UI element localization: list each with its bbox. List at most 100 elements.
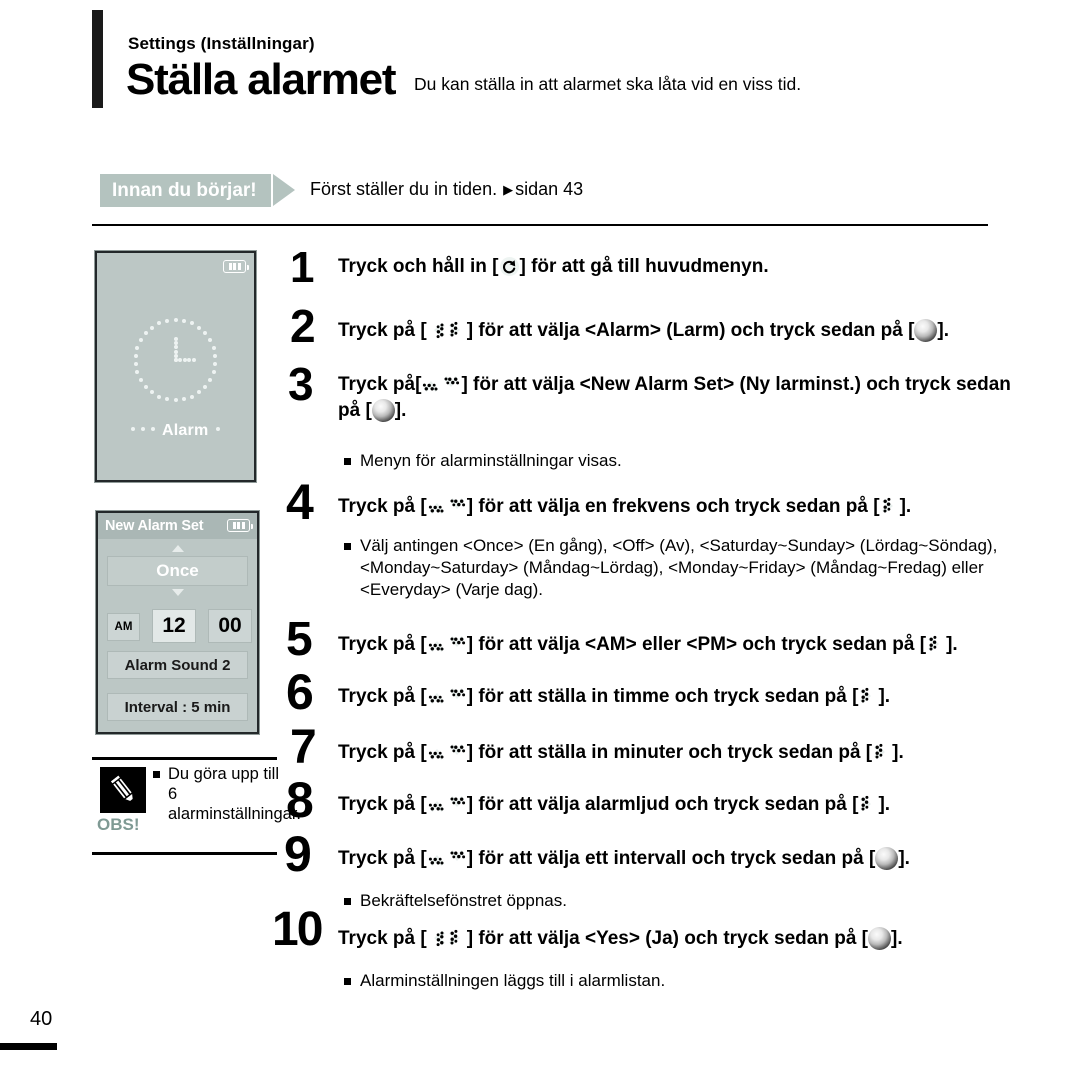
- down-icon: [447, 686, 467, 706]
- up-icon: [427, 848, 447, 868]
- down-icon: [447, 496, 467, 516]
- step-text-fragment: ].: [892, 742, 904, 763]
- pip-dot: [140, 427, 145, 432]
- step-text: Tryck på [] för att välja alarmljud och …: [338, 792, 1038, 818]
- step-text-fragment: ] för att välja ett intervall och tryck …: [466, 848, 876, 869]
- before-you-begin-tag: Innan du börjar!: [100, 174, 271, 207]
- down-icon: [447, 794, 467, 814]
- note-divider-bottom: [92, 852, 277, 855]
- step-number: 10: [272, 903, 323, 956]
- clock-hand-dot: [173, 345, 178, 350]
- step-text: Tryck på[] för att välja <New Alarm Set>…: [338, 372, 1018, 424]
- device2-title: New Alarm Set: [105, 518, 204, 534]
- device1-label: Alarm: [97, 422, 254, 440]
- caret-up-icon: [171, 545, 184, 552]
- page-title: Ställa alarmet: [126, 55, 397, 104]
- select-icon-disc: [914, 319, 938, 342]
- step-text: Tryck på [] för att välja <AM> eller <PM…: [338, 632, 1038, 658]
- select-icon: [875, 847, 899, 870]
- down-icon: [447, 742, 467, 762]
- clock-hand-dot: [173, 349, 178, 354]
- clock-rim-dot: [211, 345, 216, 350]
- step-text-fragment: ] för att välja en frekvens och tryck se…: [466, 496, 880, 517]
- interval-field[interactable]: Interval : 5 min: [107, 693, 248, 721]
- clock-rim-dot: [213, 362, 218, 367]
- step-text-fragment: ].: [937, 320, 950, 341]
- down-icon: [447, 634, 467, 654]
- footer-rule: [0, 1043, 57, 1050]
- clock-hand-dot: [191, 358, 196, 362]
- clock-rim-dot: [208, 378, 213, 382]
- clock-rim-dot: [173, 398, 178, 402]
- clock-rim-dot: [143, 331, 148, 336]
- up-icon: [427, 742, 447, 762]
- frequency-field[interactable]: Once: [107, 556, 248, 586]
- step-text: Tryck på [ ] för att välja ett intervall …: [338, 846, 1038, 872]
- clock-rim-dot: [149, 325, 154, 330]
- clock-rim-dot: [133, 353, 138, 358]
- right-icon: [880, 496, 900, 516]
- step-number: 6: [286, 664, 314, 720]
- clock-rim-dot: [189, 321, 194, 326]
- step-text-fragment: Tryck på[: [338, 374, 422, 395]
- clock-icon: [133, 317, 219, 403]
- up-icon: [421, 374, 441, 394]
- device1-label-text: Alarm: [162, 422, 209, 439]
- clock-rim-dot: [138, 378, 143, 382]
- clock-rim-dot: [181, 397, 186, 402]
- clock-rim-dot: [157, 394, 162, 399]
- clock-rim-dot: [133, 362, 138, 367]
- step-text-fragment: Tryck på [: [338, 848, 427, 869]
- clock-rim-dot: [173, 318, 178, 322]
- hour-field[interactable]: 12: [152, 609, 196, 643]
- pip-dot: [130, 427, 135, 432]
- minute-field[interactable]: 00: [208, 609, 252, 643]
- header-accent-bar: [92, 10, 103, 108]
- note-box: OBS! Du göra upp till 6 alarminställning…: [92, 757, 301, 867]
- step-text-fragment: ].: [898, 848, 910, 869]
- clock-rim-dot: [138, 338, 143, 342]
- clock-rim-dot: [213, 353, 218, 358]
- step-substep: Bekräftelsefönstret öppnas.: [338, 890, 978, 912]
- step-text-fragment: Tryck på [: [338, 686, 427, 707]
- step-text-fragment: ] för att ställa in minuter och tryck se…: [466, 742, 873, 763]
- clock-rim-dot: [211, 370, 216, 375]
- note-divider-top: [92, 757, 277, 760]
- page-number: 40: [30, 1008, 53, 1030]
- select-icon: [371, 399, 395, 422]
- clock-hand-dot: [178, 358, 183, 362]
- clock-rim-dot: [165, 318, 170, 323]
- clock-rim-dot: [189, 394, 194, 399]
- step-number: 1: [290, 243, 315, 292]
- step-number: 3: [288, 358, 314, 410]
- battery-icon: [223, 260, 249, 273]
- step-text-fragment: ] för att välja alarmljud och tryck seda…: [466, 794, 859, 815]
- note-text: Du göra upp till 6 alarminställningar.: [168, 765, 301, 823]
- step-text-fragment: ].: [891, 928, 903, 949]
- up-icon: [427, 634, 447, 654]
- step-text-fragment: Tryck på [: [338, 634, 427, 655]
- clock-rim-dot: [143, 384, 148, 389]
- step-text-fragment: ].: [899, 496, 912, 517]
- clock-rim-dot: [181, 318, 186, 323]
- clock-hand-dot: [182, 358, 187, 362]
- clock-rim-dot: [203, 331, 208, 336]
- right-icon: [858, 794, 878, 814]
- ampm-field[interactable]: AM: [107, 613, 140, 641]
- right-icon: [858, 686, 878, 706]
- note-label: OBS!: [97, 815, 140, 834]
- device-screenshot-new-alarm-set: New Alarm Set Once AM 12 00 Alarm Sound …: [95, 510, 260, 735]
- step-text-fragment: Tryck på [: [338, 928, 427, 949]
- clock-rim-dot: [203, 384, 208, 389]
- select-icon-disc: [868, 927, 891, 950]
- clock-rim-dot: [157, 321, 162, 326]
- clock-hand-dot: [173, 337, 178, 341]
- alarm-sound-field[interactable]: Alarm Sound 2: [107, 651, 248, 679]
- step-text: Tryck på [] för att ställa in minuter oc…: [338, 740, 1038, 766]
- step-text: Tryck och håll in [] för att gå till huv…: [338, 254, 1038, 280]
- pip-dot: [150, 427, 155, 432]
- step-substep: Alarminställningen läggs till i alarmlis…: [338, 970, 978, 992]
- caret-down-icon: [171, 589, 184, 596]
- return-icon: [499, 256, 520, 277]
- step-number: 5: [286, 613, 313, 666]
